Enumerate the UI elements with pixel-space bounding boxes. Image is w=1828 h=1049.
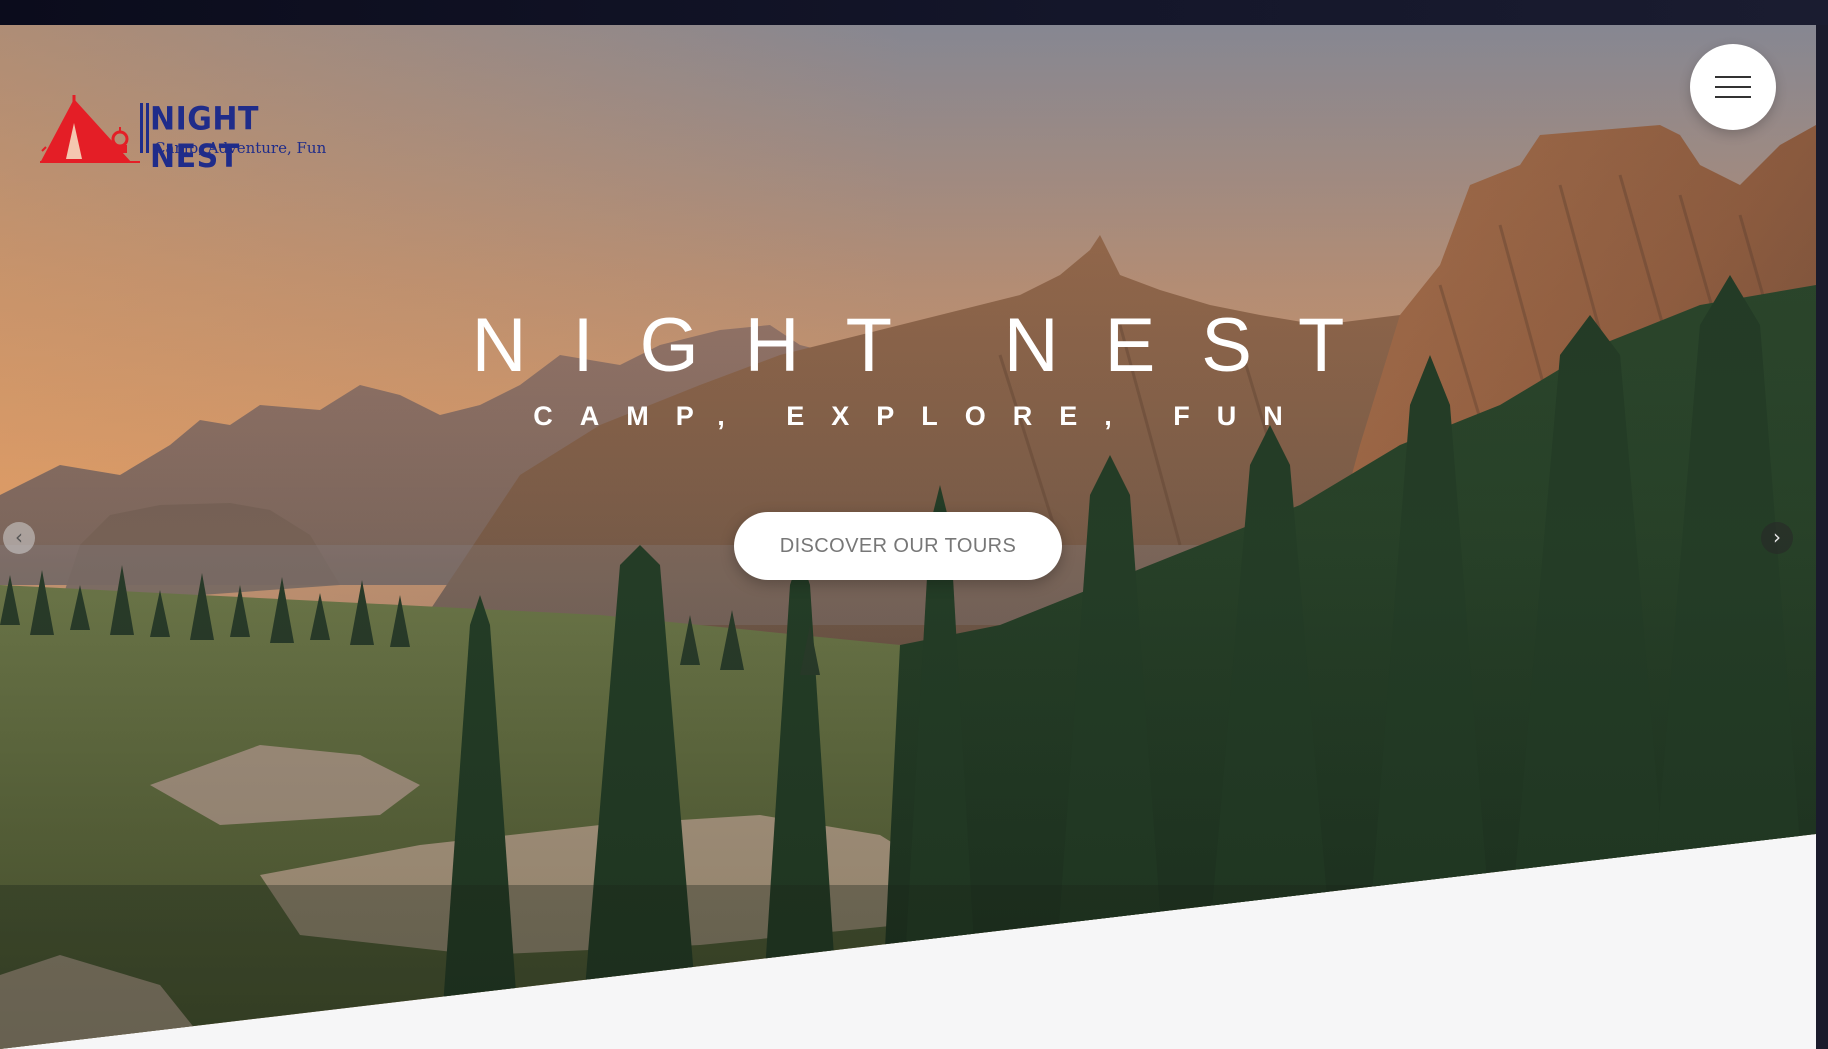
chevron-right-icon: › xyxy=(1773,525,1781,549)
hero-section: NIGHT NEST Camp, Adventure, Fun NIGHT NE… xyxy=(0,25,1816,1049)
tent-lantern-icon xyxy=(40,95,140,163)
chevron-left-icon: ‹ xyxy=(15,525,23,549)
site-logo[interactable]: NIGHT NEST Camp, Adventure, Fun xyxy=(40,73,330,176)
page: NIGHT NEST Camp, Adventure, Fun NIGHT NE… xyxy=(0,25,1816,1049)
logo-title: NIGHT NEST xyxy=(150,100,259,176)
browser-top-bar xyxy=(0,0,1828,25)
menu-icon-bar xyxy=(1715,86,1751,88)
carousel-next-button[interactable]: › xyxy=(1761,522,1793,554)
carousel-prev-button[interactable]: ‹ xyxy=(3,522,35,554)
logo-divider xyxy=(140,103,149,153)
discover-tours-button[interactable]: DISCOVER OUR TOURS xyxy=(734,512,1062,580)
hero-title: NIGHT NEST xyxy=(471,303,1391,388)
browser-scrollbar-track[interactable] xyxy=(1816,25,1828,1049)
menu-button[interactable] xyxy=(1690,44,1776,130)
menu-icon-bar xyxy=(1715,96,1751,98)
hero-subtitle: CAMP, EXPLORE, FUN xyxy=(533,401,1310,431)
logo-tagline: Camp, Adventure, Fun xyxy=(154,139,327,157)
menu-icon-bar xyxy=(1715,76,1751,78)
